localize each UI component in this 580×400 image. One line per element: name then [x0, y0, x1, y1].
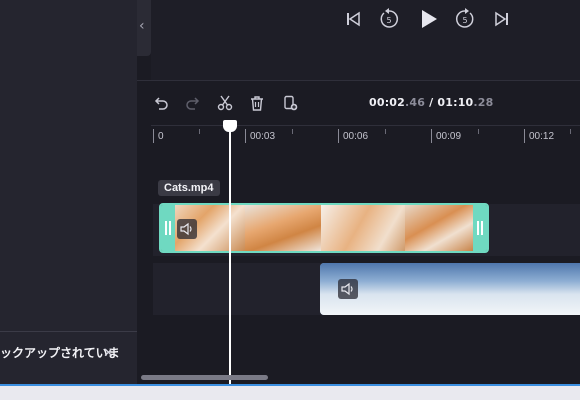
cut-icon[interactable]	[215, 93, 235, 113]
clip-thumbnail	[321, 205, 405, 251]
ruler-tick	[524, 129, 525, 143]
clip-name-label: Cats.mp4	[158, 180, 220, 196]
rewind-seconds-label: 5	[386, 16, 391, 25]
delete-icon[interactable]	[247, 93, 267, 113]
total-time-fraction: .28	[473, 96, 494, 109]
current-time: 00:02	[369, 96, 406, 109]
total-time: 01:10	[437, 96, 474, 109]
ruler-label: 00:03	[250, 131, 276, 142]
video-clip-cats[interactable]	[159, 203, 489, 253]
video-clip-clouds[interactable]	[320, 263, 580, 315]
clip-thumbnail	[320, 263, 580, 315]
clip-trim-handle-right[interactable]	[473, 205, 487, 251]
skip-forward-icon[interactable]	[491, 8, 513, 30]
ruler-tick	[431, 129, 432, 143]
forward-5-icon[interactable]: 5	[454, 8, 476, 30]
collapse-panel-button[interactable]: ‹	[137, 0, 151, 56]
current-time-fraction: .46	[405, 96, 426, 109]
close-icon[interactable]: ✕	[103, 346, 114, 361]
skip-back-icon[interactable]	[342, 8, 364, 30]
timecode-display: 00:02.46 / 01:10.28	[369, 96, 494, 109]
timeline-ruler[interactable]: 0 00:03 00:06 00:09 00:12	[151, 125, 580, 146]
ruler-tick	[245, 129, 246, 143]
ruler-tick	[385, 129, 386, 134]
redo-icon[interactable]	[183, 93, 203, 113]
playhead-handle[interactable]	[223, 120, 237, 132]
ruler-label: 0	[158, 131, 164, 142]
bottom-bar	[0, 384, 580, 400]
clip-thumbnail	[405, 205, 477, 251]
ruler-tick	[570, 129, 571, 134]
left-panel	[0, 0, 137, 384]
panel-divider	[0, 331, 137, 332]
rewind-5-icon[interactable]: 5	[378, 8, 400, 30]
forward-seconds-label: 5	[462, 16, 467, 25]
undo-icon[interactable]	[151, 93, 171, 113]
backup-status-message: ックアップされていま	[0, 346, 120, 360]
volume-icon[interactable]	[177, 219, 197, 239]
ruler-tick	[292, 129, 293, 134]
playback-bar: 5 5	[151, 0, 580, 80]
ruler-tick	[153, 129, 154, 143]
volume-icon[interactable]	[338, 279, 358, 299]
ruler-tick	[199, 129, 200, 134]
ruler-tick	[478, 129, 479, 134]
ruler-label: 00:06	[343, 131, 369, 142]
ruler-tick	[338, 129, 339, 143]
ruler-label: 00:09	[436, 131, 462, 142]
duplicate-icon[interactable]	[280, 93, 300, 113]
clip-thumbnail	[245, 205, 321, 251]
play-icon[interactable]	[418, 8, 440, 30]
ruler-label: 00:12	[529, 131, 555, 142]
playhead-line[interactable]	[229, 126, 231, 384]
chevron-left-icon: ‹	[139, 18, 145, 34]
timecode-separator: /	[425, 96, 438, 109]
timeline-horizontal-scrollbar[interactable]	[141, 375, 268, 380]
clip-trim-handle-left[interactable]	[161, 205, 175, 251]
